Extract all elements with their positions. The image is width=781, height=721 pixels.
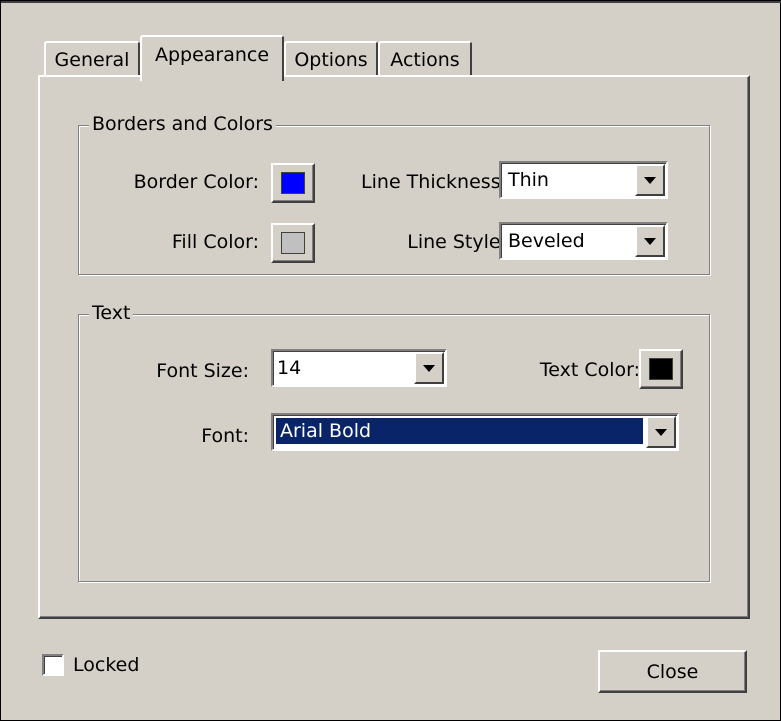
text-group-title: Text [89,302,134,324]
locked-checkbox[interactable] [42,654,64,676]
text-color-button[interactable] [639,349,683,389]
line-style-label: Line Style: [407,231,507,253]
font-select[interactable]: Arial Bold [271,413,679,451]
border-color-button[interactable] [271,163,315,203]
tab-appearance-label: Appearance [154,44,270,66]
fill-color-swatch [281,232,305,254]
top-edge [1,1,781,3]
appearance-panel: Borders and Colors Border Color: Line Th… [38,75,750,619]
font-value: Arial Bold [275,417,644,445]
chevron-down-icon [644,176,656,184]
tab-actions-label: Actions [390,49,460,71]
font-size-label: Font Size: [156,360,249,382]
line-style-dropdown-button[interactable] [635,225,665,257]
font-size-value: 14 [277,357,302,379]
text-color-swatch [649,358,673,380]
tab-general[interactable]: General [44,41,140,77]
tab-general-label: General [54,49,130,71]
line-thickness-value: Thin [508,169,549,191]
fill-color-button[interactable] [271,223,315,263]
line-thickness-label: Line Thickness: [361,171,507,193]
chevron-down-icon [644,237,656,245]
font-size-dropdown-button[interactable] [414,352,444,384]
tab-actions[interactable]: Actions [378,41,472,77]
text-color-label: Text Color: [539,359,640,381]
border-color-swatch [281,172,305,194]
tab-appearance[interactable]: Appearance [140,35,284,81]
line-thickness-select[interactable]: Thin [499,161,668,199]
locked-label[interactable]: Locked [73,654,139,676]
font-dropdown-button[interactable] [646,416,676,448]
chevron-down-icon [655,428,667,436]
tab-options[interactable]: Options [284,41,378,77]
fill-color-label: Fill Color: [171,231,259,253]
borders-group-title: Borders and Colors [89,113,276,135]
chevron-down-icon [423,364,435,372]
properties-dialog: General Appearance Options Actions Borde… [0,0,781,721]
tab-options-label: Options [294,49,368,71]
border-color-label: Border Color: [133,171,259,193]
font-size-select[interactable]: 14 [271,349,447,387]
line-thickness-dropdown-button[interactable] [635,164,665,196]
text-group: Text Font Size: 14 Text Color: Font: Ari… [78,302,710,582]
close-button-label: Close [646,660,699,683]
line-style-select[interactable]: Beveled [499,222,668,260]
line-style-value: Beveled [508,230,585,252]
font-label: Font: [201,425,249,447]
close-button[interactable]: Close [598,650,747,693]
borders-and-colors-group: Borders and Colors Border Color: Line Th… [78,113,710,275]
